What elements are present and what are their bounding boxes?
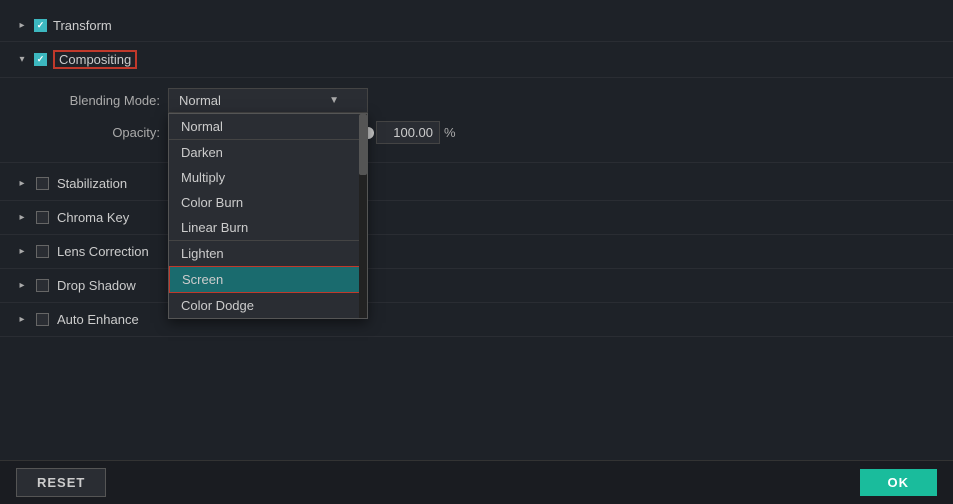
transform-section[interactable]: ▸ Transform xyxy=(0,10,953,42)
compositing-sub-panel: Blending Mode: Normal ▼ Normal Darken Mu… xyxy=(0,78,953,163)
stabilization-chevron[interactable]: ▸ xyxy=(16,178,28,190)
drop-shadow-section[interactable]: ▸ Drop Shadow xyxy=(0,269,953,303)
main-panel: ▸ Transform ▾ Compositing Blending Mode:… xyxy=(0,0,953,504)
lens-correction-section[interactable]: ▸ Lens Correction xyxy=(0,235,953,269)
chroma-key-checkbox[interactable] xyxy=(36,211,49,224)
blend-lighten[interactable]: Lighten xyxy=(169,241,367,266)
blend-screen[interactable]: Screen xyxy=(169,266,367,293)
transform-label: Transform xyxy=(53,18,112,33)
blend-color-burn[interactable]: Color Burn xyxy=(169,190,367,215)
drop-shadow-checkbox[interactable] xyxy=(36,279,49,292)
chroma-key-label: Chroma Key xyxy=(57,210,129,225)
auto-enhance-section[interactable]: ▸ Auto Enhance xyxy=(0,303,953,337)
opacity-label: Opacity: xyxy=(40,125,160,140)
blending-mode-row: Blending Mode: Normal ▼ Normal Darken Mu… xyxy=(40,88,953,113)
compositing-label: Compositing xyxy=(59,52,131,67)
blending-mode-dropdown[interactable]: Normal ▼ xyxy=(168,88,368,113)
panel-items: ▸ Stabilization ▸ Chroma Key ▸ Lens Corr… xyxy=(0,163,953,341)
lens-correction-checkbox[interactable] xyxy=(36,245,49,258)
blending-mode-menu: Normal Darken Multiply Color Burn Linear… xyxy=(168,113,368,319)
chroma-key-section[interactable]: ▸ Chroma Key xyxy=(0,201,953,235)
drop-shadow-label: Drop Shadow xyxy=(57,278,136,293)
blend-linear-burn[interactable]: Linear Burn xyxy=(169,215,367,240)
dropdown-scrollbar[interactable] xyxy=(359,114,367,318)
lens-correction-label: Lens Correction xyxy=(57,244,149,259)
blend-multiply[interactable]: Multiply xyxy=(169,165,367,190)
reset-button[interactable]: RESET xyxy=(16,468,106,497)
dropdown-arrow-icon: ▼ xyxy=(329,95,339,106)
opacity-value-box: % xyxy=(376,121,456,144)
transform-checkbox[interactable] xyxy=(34,19,47,32)
blend-darken[interactable]: Darken xyxy=(169,140,367,165)
opacity-input[interactable] xyxy=(376,121,440,144)
auto-enhance-checkbox[interactable] xyxy=(36,313,49,326)
drop-shadow-chevron[interactable]: ▸ xyxy=(16,280,28,292)
blending-mode-value: Normal xyxy=(179,93,221,108)
blend-color-dodge[interactable]: Color Dodge xyxy=(169,293,367,318)
compositing-checkbox[interactable] xyxy=(34,53,47,66)
ok-button[interactable]: OK xyxy=(860,469,938,496)
dropdown-scroll-thumb xyxy=(359,114,367,175)
stabilization-section[interactable]: ▸ Stabilization xyxy=(0,167,953,201)
blending-mode-dropdown-container: Normal ▼ Normal Darken Multiply Color Bu… xyxy=(168,88,368,113)
auto-enhance-chevron[interactable]: ▸ xyxy=(16,314,28,326)
transform-chevron[interactable]: ▸ xyxy=(16,20,28,32)
compositing-chevron[interactable]: ▾ xyxy=(16,54,28,66)
stabilization-checkbox[interactable] xyxy=(36,177,49,190)
bottom-bar: RESET OK xyxy=(0,460,953,504)
compositing-label-box: Compositing xyxy=(53,50,137,69)
content-area: ▸ Transform ▾ Compositing Blending Mode:… xyxy=(0,0,953,460)
stabilization-label: Stabilization xyxy=(57,176,127,191)
blending-mode-label: Blending Mode: xyxy=(40,93,160,108)
opacity-unit: % xyxy=(444,125,456,140)
lens-correction-chevron[interactable]: ▸ xyxy=(16,246,28,258)
blend-normal[interactable]: Normal xyxy=(169,114,367,139)
auto-enhance-label: Auto Enhance xyxy=(57,312,139,327)
chroma-key-chevron[interactable]: ▸ xyxy=(16,212,28,224)
compositing-section[interactable]: ▾ Compositing xyxy=(0,42,953,78)
